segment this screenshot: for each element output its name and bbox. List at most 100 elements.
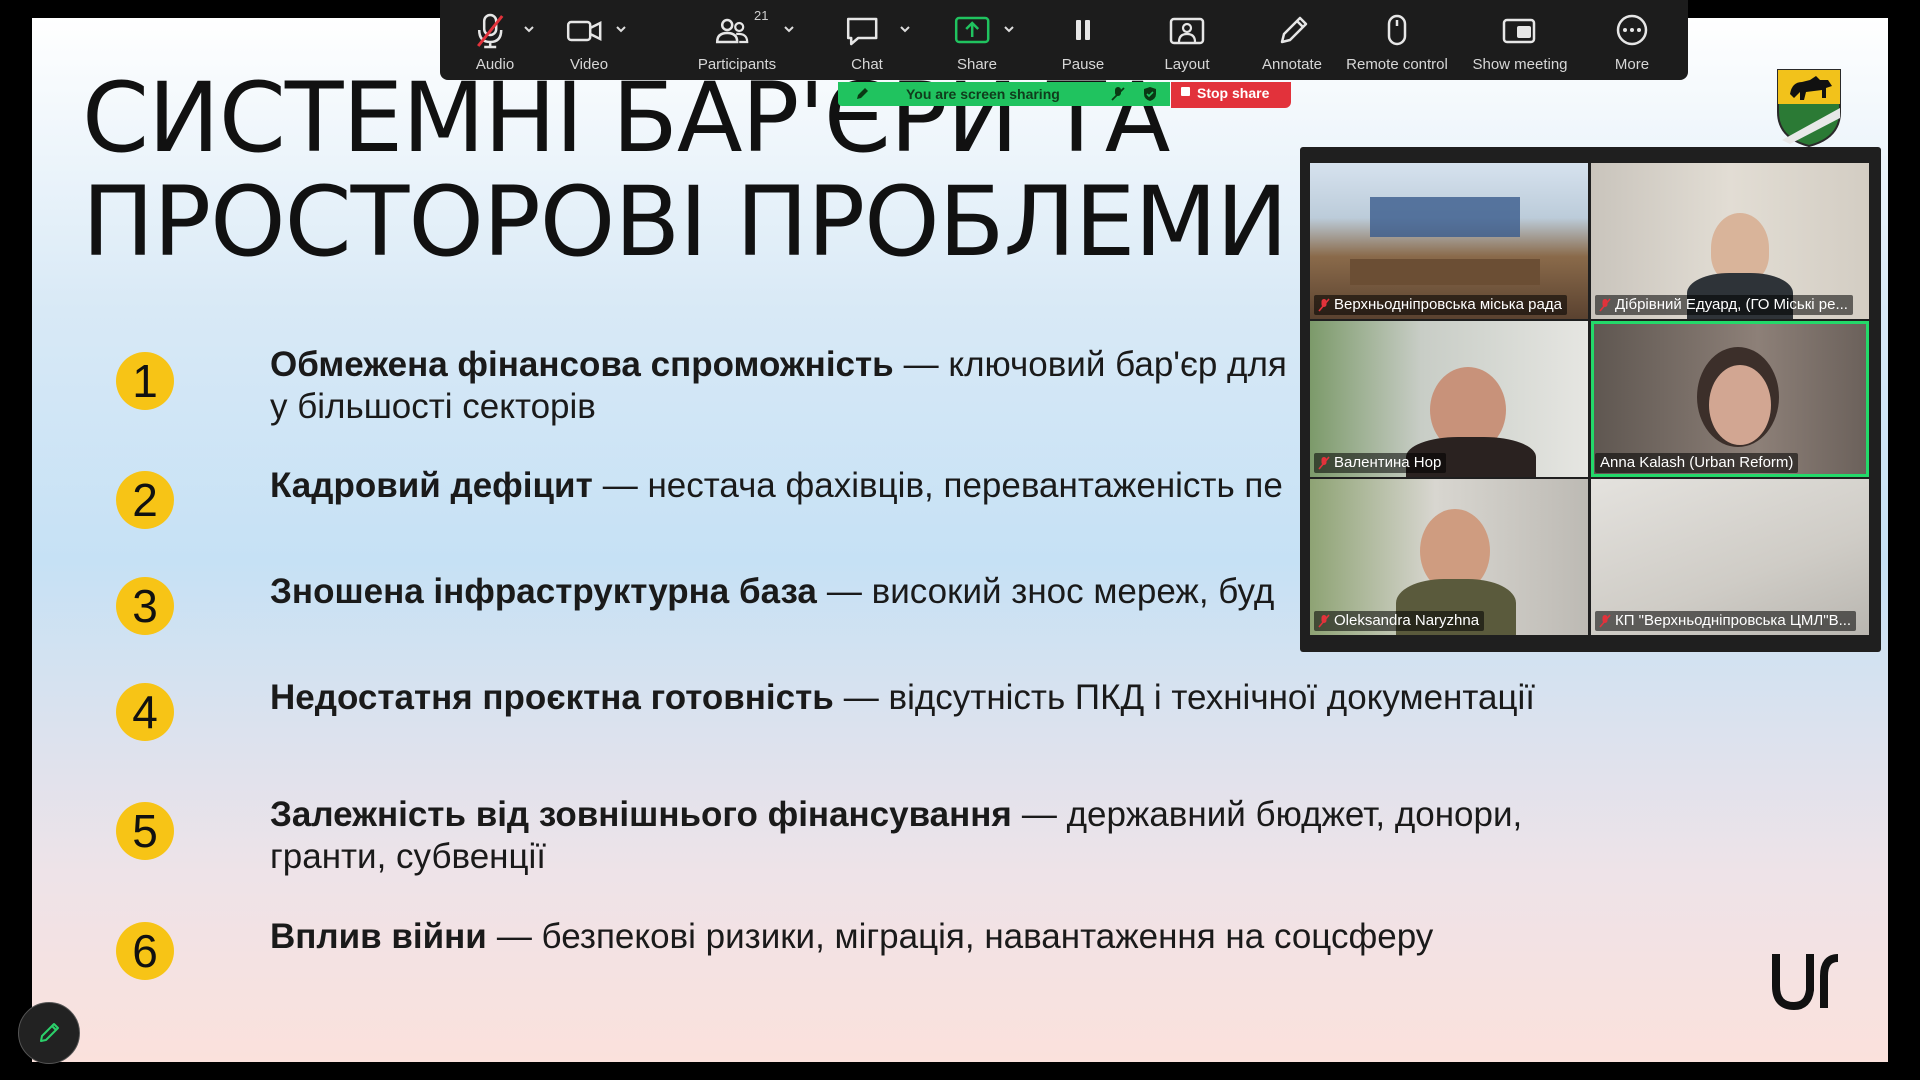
participant-name-text: Дібрівний Едуард, (ГО Міські ре... [1615,296,1848,313]
mic-muted-icon [1599,614,1611,628]
video-gallery[interactable]: Верхньодніпровська міська рада Дібрівний… [1300,147,1881,652]
share-button[interactable]: Share [922,0,1032,80]
chevron-down-icon[interactable] [898,22,912,36]
item-number-badge: 5 [116,802,174,860]
stop-icon [1181,87,1190,96]
stop-share-button[interactable]: Stop share [1171,82,1291,108]
layout-button[interactable]: Layout [1132,0,1242,80]
pause-label: Pause [1061,56,1105,73]
video-person [1709,365,1771,445]
item-description-line-2: у більшості секторів [270,387,596,426]
video-button[interactable]: Video [534,0,644,80]
share-screen-icon [954,16,990,44]
participants-count-badge: 21 [754,8,769,23]
item-description-line-2: гранти, субвенції [270,837,547,876]
participant-tile-4-active-speaker[interactable]: Anna Kalash (Urban Reform) [1591,321,1869,477]
item-heading: Кадровий дефіцит [270,466,593,505]
participant-name: Верхньодніпровська міська рада [1314,295,1567,315]
coat-of-arms-logo [1777,69,1841,148]
more-dots-icon [1616,14,1648,46]
item-description: — нестача фахівців, перевантаженість пе [602,466,1283,505]
item-text: Недостатня проєктна готовність — відсутні… [270,677,1670,719]
participant-name: Валентина Нор [1314,453,1447,473]
item-number-badge: 3 [116,577,174,635]
chat-label: Chat [851,56,883,73]
mic-muted-icon [1111,87,1125,101]
mic-muted-icon [477,13,504,49]
annotate-pen-icon [1280,16,1308,44]
item-heading: Зношена інфраструктурна база [270,572,817,611]
share-label: Share [956,56,998,73]
participant-name: Anna Kalash (Urban Reform) [1595,453,1799,473]
meeting-toolbar: Audio Video 21 Participants Chat Share P… [440,0,1688,80]
mic-muted-icon [1599,298,1611,312]
show-meeting-icon [1502,18,1536,44]
chevron-down-icon[interactable] [782,22,796,36]
more-button[interactable]: More [1577,0,1687,80]
participant-tile-3[interactable]: Валентина Нор [1310,321,1588,477]
remote-control-label: Remote control [1346,56,1448,73]
item-heading: Недостатня проєктна готовність [270,678,834,717]
participants-button[interactable]: 21 Participants [682,0,794,80]
mic-muted-icon [1318,614,1330,628]
item-text: Залежність від зовнішнього фінансування —… [270,794,1670,878]
item-description: — відсутність ПКД і технічної документац… [843,678,1536,717]
annotate-label: Annotate [1261,56,1323,73]
participants-icon [715,18,749,44]
item-description: — високий знос мереж, буд [826,572,1275,611]
pencil-icon [40,1023,59,1042]
screen-sharing-banner[interactable]: You are screen sharing [838,82,1170,106]
stop-share-label: Stop share [1197,85,1270,101]
annotation-pen-button[interactable] [18,1002,80,1064]
participant-name-text: Anna Kalash (Urban Reform) [1600,454,1794,471]
item-description: — державний бюджет, донори, [1021,795,1523,834]
participant-name: Дібрівний Едуард, (ГО Міські ре... [1595,295,1853,315]
participant-name-text: Верхньодніпровська міська рада [1334,296,1562,313]
slide-title-line-2: ПРОСТОРОВІ ПРОБЛЕМИ [82,166,1288,278]
urban-reform-logo [1772,954,1839,1011]
pen-icon [857,88,868,99]
video-backdrop [1370,197,1520,237]
item-number-badge: 2 [116,471,174,529]
chat-bubble-icon [846,17,878,46]
pause-share-button[interactable]: Pause [1028,0,1138,80]
participant-name-text: КП "Верхньодніпровська ЦМЛ"В... [1615,612,1852,629]
mic-muted-icon [1318,298,1330,312]
item-number-badge: 6 [116,922,174,980]
screen-sharing-text: You are screen sharing [906,86,1060,102]
item-description: — безпекові ризики, міграція, навантажен… [496,917,1434,956]
layout-icon [1169,17,1205,45]
item-text: Вплив війни — безпекові ризики, міграція,… [270,916,1670,958]
video-label: Video [569,56,609,73]
chevron-down-icon[interactable] [614,22,628,36]
show-meeting-label: Show meeting [1472,56,1568,73]
participant-tile-2[interactable]: Дібрівний Едуард, (ГО Міські ре... [1591,163,1869,319]
shield-icon [1144,87,1156,101]
participant-tile-6[interactable]: КП "Верхньодніпровська ЦМЛ"В... [1591,479,1869,635]
participant-name: КП "Верхньодніпровська ЦМЛ"В... [1595,611,1857,631]
annotate-button[interactable]: Annotate [1237,0,1347,80]
remote-control-mouse-icon [1387,14,1407,46]
layout-label: Layout [1164,56,1210,73]
participant-name-text: Валентина Нор [1334,454,1442,471]
participant-tile-5[interactable]: Oleksandra Naryzhna [1310,479,1588,635]
chat-button[interactable]: Chat [812,0,922,80]
chevron-down-icon[interactable] [1002,22,1016,36]
mic-muted-icon [1318,456,1330,470]
pause-icon [1076,20,1090,40]
item-heading: Вплив війни [270,917,487,956]
video-table [1350,259,1540,285]
video-camera-icon [566,20,602,42]
item-heading: Обмежена фінансова спроможність [270,345,894,384]
item-description: — ключовий бар'єр для [903,345,1287,384]
participant-tile-1[interactable]: Верхньодніпровська міська рада [1310,163,1588,319]
participants-label: Participants [697,56,777,73]
item-number-badge: 4 [116,683,174,741]
participant-name-text: Oleksandra Naryzhna [1334,612,1480,629]
remote-control-button[interactable]: Remote control [1337,0,1457,80]
participant-name: Oleksandra Naryzhna [1314,611,1485,631]
more-label: More [1614,56,1650,73]
item-heading: Залежність від зовнішнього фінансування [270,795,1012,834]
item-number-badge: 1 [116,352,174,410]
show-meeting-button[interactable]: Show meeting [1458,0,1582,80]
